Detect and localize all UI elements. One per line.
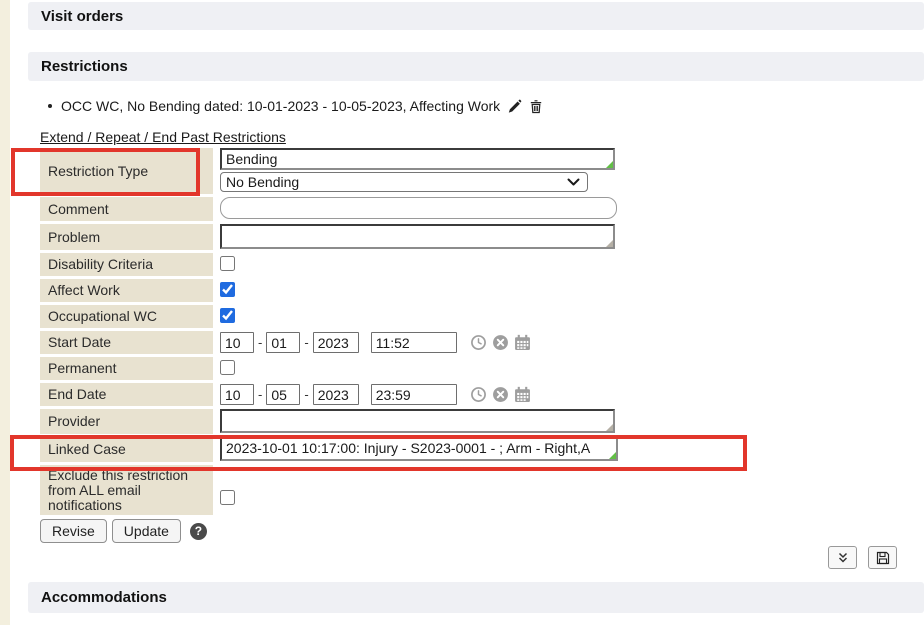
provider-wrap bbox=[220, 409, 615, 433]
start-time-input[interactable] bbox=[371, 332, 457, 353]
resize-handle-icon[interactable] bbox=[606, 161, 613, 168]
revise-button[interactable]: Revise bbox=[40, 519, 107, 543]
resize-handle-icon[interactable] bbox=[606, 240, 613, 247]
comment-input[interactable] bbox=[220, 197, 617, 219]
restriction-category-textarea[interactable]: Bending bbox=[220, 148, 615, 170]
linked-case-wrap: 2023-10-01 10:17:00: Injury - S2023-0001… bbox=[220, 437, 618, 461]
form-buttons: Revise Update ? bbox=[40, 519, 660, 543]
permanent-label: Permanent bbox=[40, 357, 213, 380]
start-month-input[interactable] bbox=[220, 332, 254, 353]
section-header-restrictions: Restrictions bbox=[28, 52, 924, 81]
update-button[interactable]: Update bbox=[112, 519, 181, 543]
row-end-date: End Date - - bbox=[40, 383, 660, 406]
provider-textarea[interactable] bbox=[220, 409, 615, 433]
occupational-wc-checkbox[interactable] bbox=[220, 308, 235, 323]
row-provider: Provider bbox=[40, 409, 660, 434]
row-disability-criteria: Disability Criteria bbox=[40, 253, 660, 276]
date-separator: - bbox=[258, 387, 262, 402]
row-affect-work: Affect Work bbox=[40, 279, 660, 302]
restriction-type-label: Restriction Type bbox=[40, 148, 213, 194]
linked-case-label: Linked Case bbox=[40, 437, 213, 462]
restriction-type-select[interactable]: No Bending bbox=[220, 172, 588, 192]
calendar-icon[interactable] bbox=[514, 334, 531, 351]
end-month-input[interactable] bbox=[220, 384, 254, 405]
permanent-checkbox[interactable] bbox=[220, 360, 235, 375]
exclude-email-label: Exclude this restriction from ALL email … bbox=[40, 465, 213, 515]
restriction-list-item: OCC WC, No Bending dated: 10-01-2023 - 1… bbox=[48, 98, 543, 114]
floppy-disk-icon bbox=[876, 551, 890, 565]
row-start-date: Start Date - - bbox=[40, 331, 660, 354]
linked-case-textarea[interactable]: 2023-10-01 10:17:00: Injury - S2023-0001… bbox=[220, 437, 618, 461]
problem-wrap bbox=[220, 224, 615, 249]
row-problem: Problem bbox=[40, 224, 660, 250]
end-date-label: End Date bbox=[40, 383, 213, 406]
affect-work-label: Affect Work bbox=[40, 279, 213, 302]
row-restriction-type: Restriction Type Bending No Bending bbox=[40, 148, 660, 194]
clock-icon[interactable] bbox=[470, 386, 487, 403]
provider-label: Provider bbox=[40, 409, 213, 434]
disability-criteria-checkbox[interactable] bbox=[220, 256, 235, 271]
clock-icon[interactable] bbox=[470, 334, 487, 351]
start-date-label: Start Date bbox=[40, 331, 213, 354]
calendar-icon[interactable] bbox=[514, 386, 531, 403]
save-button[interactable] bbox=[868, 546, 897, 569]
collapse-button[interactable] bbox=[828, 546, 857, 569]
row-exclude-email: Exclude this restriction from ALL email … bbox=[40, 465, 660, 515]
row-permanent: Permanent bbox=[40, 357, 660, 380]
occupational-wc-label: Occupational WC bbox=[40, 305, 213, 328]
start-day-input[interactable] bbox=[266, 332, 300, 353]
comment-label: Comment bbox=[40, 197, 213, 221]
date-separator: - bbox=[258, 335, 262, 350]
restriction-item-text: OCC WC, No Bending dated: 10-01-2023 - 1… bbox=[61, 98, 500, 114]
row-linked-case: Linked Case 2023-10-01 10:17:00: Injury … bbox=[40, 437, 660, 462]
row-comment: Comment bbox=[40, 197, 660, 221]
section-header-accommodations: Accommodations bbox=[28, 582, 924, 613]
restriction-type-selected-option: No Bending bbox=[226, 174, 299, 190]
resize-handle-icon[interactable] bbox=[606, 424, 613, 431]
chevron-down-icon bbox=[567, 178, 580, 187]
date-separator: - bbox=[304, 335, 308, 350]
date-separator: - bbox=[304, 387, 308, 402]
row-occupational-wc: Occupational WC bbox=[40, 305, 660, 328]
restriction-form: Restriction Type Bending No Bending Comm… bbox=[40, 148, 660, 543]
pencil-icon[interactable] bbox=[507, 99, 522, 114]
trash-icon[interactable] bbox=[529, 99, 543, 114]
restrictions-title: Restrictions bbox=[41, 58, 128, 75]
problem-label: Problem bbox=[40, 224, 213, 250]
restriction-category-wrap: Bending bbox=[220, 148, 615, 170]
bullet-icon bbox=[48, 104, 52, 108]
section-header-visit-orders: Visit orders bbox=[28, 2, 924, 30]
end-time-input[interactable] bbox=[371, 384, 457, 405]
start-year-input[interactable] bbox=[313, 332, 359, 353]
problem-textarea[interactable] bbox=[220, 224, 615, 249]
x-circle-icon[interactable] bbox=[492, 386, 509, 403]
exclude-email-checkbox[interactable] bbox=[220, 490, 235, 505]
affect-work-checkbox[interactable] bbox=[220, 282, 235, 297]
page-left-margin bbox=[0, 0, 10, 625]
accommodations-title: Accommodations bbox=[41, 589, 167, 606]
help-icon[interactable]: ? bbox=[190, 523, 207, 540]
double-chevron-down-icon bbox=[836, 551, 850, 565]
restrictions-page: Visit orders Restrictions OCC WC, No Ben… bbox=[0, 0, 924, 625]
extend-repeat-end-link[interactable]: Extend / Repeat / End Past Restrictions bbox=[40, 129, 286, 145]
visit-orders-title: Visit orders bbox=[41, 8, 123, 25]
end-year-input[interactable] bbox=[313, 384, 359, 405]
x-circle-icon[interactable] bbox=[492, 334, 509, 351]
resize-handle-icon[interactable] bbox=[609, 452, 616, 459]
end-day-input[interactable] bbox=[266, 384, 300, 405]
disability-criteria-label: Disability Criteria bbox=[40, 253, 213, 276]
